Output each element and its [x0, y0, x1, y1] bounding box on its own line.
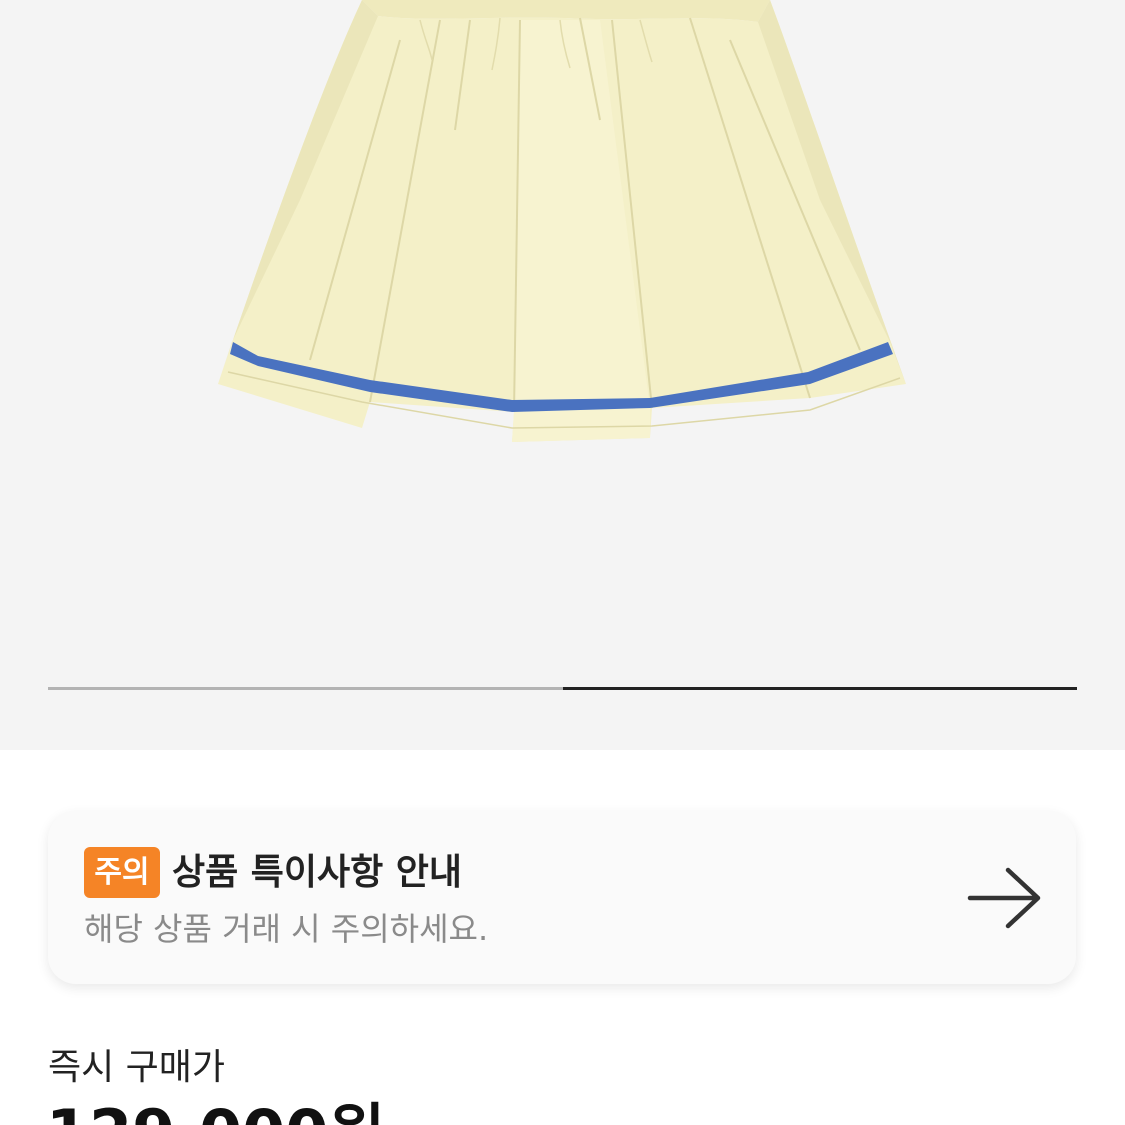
image-slide-progress-fill — [562, 687, 1077, 690]
product-notice-card[interactable]: 주의 상품 특이사항 안내 해당 상품 거래 시 주의하세요. — [48, 811, 1076, 984]
notice-subtitle: 해당 상품 거래 시 주의하세요. — [84, 910, 489, 948]
caution-badge: 주의 — [84, 847, 160, 898]
image-slide-progress[interactable] — [48, 687, 1077, 690]
notice-title: 상품 특이사항 안내 — [172, 852, 463, 893]
product-detail-page: 주의 상품 특이사항 안내 해당 상품 거래 시 주의하세요. 즉시 구매가 1… — [0, 0, 1125, 1125]
product-image-gallery[interactable] — [0, 0, 1125, 750]
instant-buy-price-label: 즉시 구매가 — [48, 1047, 226, 1088]
pleated-skirt-image — [218, 0, 906, 442]
arrow-right-icon — [967, 867, 1041, 929]
instant-buy-price-value: 129,000원 — [46, 1095, 385, 1125]
